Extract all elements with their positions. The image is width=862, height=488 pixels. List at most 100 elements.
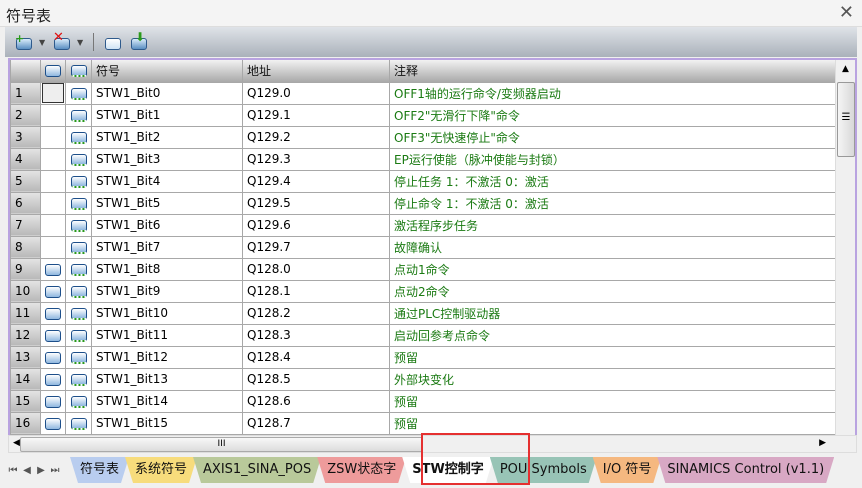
address-cell[interactable]: Q129.7 (242, 236, 390, 259)
table-row[interactable]: 12 STW1_Bit11 Q128.3 启动回参考点命令 (10, 324, 838, 347)
hmi-cell[interactable] (40, 302, 66, 325)
hmi-cell[interactable] (40, 346, 66, 369)
address-cell[interactable]: Q129.3 (242, 148, 390, 171)
symbol-header[interactable]: 符号 (91, 60, 243, 83)
comment-cell[interactable]: 外部块变化 (389, 368, 838, 391)
monitor-cell[interactable] (65, 390, 92, 413)
hmi-cell[interactable] (40, 126, 66, 149)
symbol-cell[interactable]: STW1_Bit9 (91, 280, 243, 303)
comment-cell[interactable]: 激活程序步任务 (389, 214, 838, 237)
add-dropdown-icon[interactable]: ▼ (39, 38, 47, 47)
tab-1[interactable]: 符号表 (70, 457, 129, 483)
table-row[interactable]: 4 STW1_Bit3 Q129.3 EP运行使能（脉冲使能与封锁） (10, 148, 838, 171)
address-cell[interactable]: Q129.1 (242, 104, 390, 127)
comment-cell[interactable]: OFF1轴的运行命令/变频器启动 (389, 82, 838, 105)
row-number[interactable]: 5 (10, 170, 41, 193)
hmi-checkbox[interactable] (42, 83, 64, 103)
address-cell[interactable]: Q128.4 (242, 346, 390, 369)
symbol-cell[interactable]: STW1_Bit6 (91, 214, 243, 237)
scroll-left-icon[interactable]: ◀ (13, 438, 20, 448)
table-row[interactable]: 14 STW1_Bit13 Q128.5 外部块变化 (10, 368, 838, 391)
monitor-cell[interactable] (65, 214, 92, 237)
symbol-cell[interactable]: STW1_Bit0 (91, 82, 243, 105)
table-row[interactable]: 10 STW1_Bit9 Q128.1 点动2命令 (10, 280, 838, 303)
comment-cell[interactable]: 预留 (389, 390, 838, 413)
address-cell[interactable]: Q129.2 (242, 126, 390, 149)
monitor-cell[interactable] (65, 368, 92, 391)
monitor-cell[interactable] (65, 148, 92, 171)
hmi-cell[interactable] (40, 214, 66, 237)
hmi-cell[interactable] (40, 104, 66, 127)
comment-cell[interactable]: EP运行使能（脉冲使能与封锁） (389, 148, 838, 171)
symbol-cell[interactable]: STW1_Bit14 (91, 390, 243, 413)
import-button[interactable]: ⬇ (128, 30, 150, 52)
delete-symbol-button[interactable]: ✕ (51, 30, 73, 52)
row-number[interactable]: 9 (10, 258, 41, 281)
hmi-cell[interactable] (40, 368, 66, 391)
scroll-right-icon[interactable]: ▶ (819, 438, 826, 448)
monitor-cell[interactable] (65, 170, 92, 193)
table-row[interactable]: 8 STW1_Bit7 Q129.7 故障确认 (10, 236, 838, 259)
add-symbol-button[interactable]: + (13, 32, 35, 52)
row-number[interactable]: 14 (10, 368, 41, 391)
address-cell[interactable]: Q129.6 (242, 214, 390, 237)
hmi-cell[interactable] (40, 148, 66, 171)
row-number[interactable]: 2 (10, 104, 41, 127)
address-cell[interactable]: Q129.4 (242, 170, 390, 193)
address-cell[interactable]: Q128.7 (242, 412, 390, 435)
table-row[interactable]: 13 STW1_Bit12 Q128.4 预留 (10, 346, 838, 369)
last-tab-icon[interactable]: ⏭ (48, 465, 62, 476)
table-row[interactable]: 16 STW1_Bit15 Q128.7 预留 (10, 412, 838, 435)
row-number[interactable]: 1 (10, 82, 41, 105)
tab-8[interactable]: SINAMICS Control (v1.1) (657, 457, 834, 483)
monitor-cell[interactable] (65, 302, 92, 325)
row-number[interactable]: 12 (10, 324, 41, 347)
vertical-scrollbar[interactable]: ▲ ☰ (835, 60, 855, 435)
tab-2[interactable]: 系统符号 (125, 457, 197, 483)
comment-cell[interactable]: 停止命令 1：不激活 0：激活 (389, 192, 838, 215)
tab-4[interactable]: ZSW状态字 (317, 457, 406, 483)
table-row[interactable]: 9 STW1_Bit8 Q128.0 点动1命令 (10, 258, 838, 281)
symbol-cell[interactable]: STW1_Bit7 (91, 236, 243, 259)
monitor-cell[interactable] (65, 104, 92, 127)
vertical-scroll-thumb[interactable]: ☰ (837, 82, 855, 157)
row-number[interactable]: 7 (10, 214, 41, 237)
table-row[interactable]: 5 STW1_Bit4 Q129.4 停止任务 1：不激活 0：激活 (10, 170, 838, 193)
monitor-cell[interactable] (65, 280, 92, 303)
table-row[interactable]: 11 STW1_Bit10 Q128.2 通过PLC控制驱动器 (10, 302, 838, 325)
scroll-up-icon[interactable]: ▲ (836, 64, 855, 74)
comment-cell[interactable]: OFF3"无快速停止"命令 (389, 126, 838, 149)
symbol-cell[interactable]: STW1_Bit10 (91, 302, 243, 325)
row-number[interactable]: 11 (10, 302, 41, 325)
hmi-cell[interactable] (40, 170, 66, 193)
address-cell[interactable]: Q129.0 (242, 82, 390, 105)
prev-tab-icon[interactable]: ◀ (20, 465, 34, 476)
table-row[interactable]: 6 STW1_Bit5 Q129.5 停止命令 1：不激活 0：激活 (10, 192, 838, 215)
comment-cell[interactable]: 启动回参考点命令 (389, 324, 838, 347)
comment-cell[interactable]: 停止任务 1：不激活 0：激活 (389, 170, 838, 193)
monitor-cell[interactable] (65, 82, 92, 105)
comment-cell[interactable]: 通过PLC控制驱动器 (389, 302, 838, 325)
symbol-cell[interactable]: STW1_Bit13 (91, 368, 243, 391)
address-cell[interactable]: Q128.0 (242, 258, 390, 281)
first-tab-icon[interactable]: ⏮ (6, 465, 20, 476)
symbol-cell[interactable]: STW1_Bit12 (91, 346, 243, 369)
symbol-cell[interactable]: STW1_Bit11 (91, 324, 243, 347)
symbol-cell[interactable]: STW1_Bit8 (91, 258, 243, 281)
monitor-cell[interactable] (65, 346, 92, 369)
comment-cell[interactable]: 预留 (389, 346, 838, 369)
table-row[interactable]: 1 STW1_Bit0 Q129.0 OFF1轴的运行命令/变频器启动 (10, 82, 838, 105)
address-header[interactable]: 地址 (242, 60, 390, 83)
comment-cell[interactable]: 预留 (389, 412, 838, 435)
tab-7[interactable]: I/O 符号 (593, 457, 662, 483)
address-cell[interactable]: Q128.3 (242, 324, 390, 347)
row-number[interactable]: 8 (10, 236, 41, 259)
hmi-cell[interactable] (40, 258, 66, 281)
row-number[interactable]: 16 (10, 412, 41, 435)
row-number[interactable]: 4 (10, 148, 41, 171)
symbol-cell[interactable]: STW1_Bit2 (91, 126, 243, 149)
table-row[interactable]: 2 STW1_Bit1 Q129.1 OFF2"无滑行下降"命令 (10, 104, 838, 127)
symbol-cell[interactable]: STW1_Bit4 (91, 170, 243, 193)
monitor-button[interactable] (102, 32, 124, 52)
monitor-cell[interactable] (65, 412, 92, 435)
